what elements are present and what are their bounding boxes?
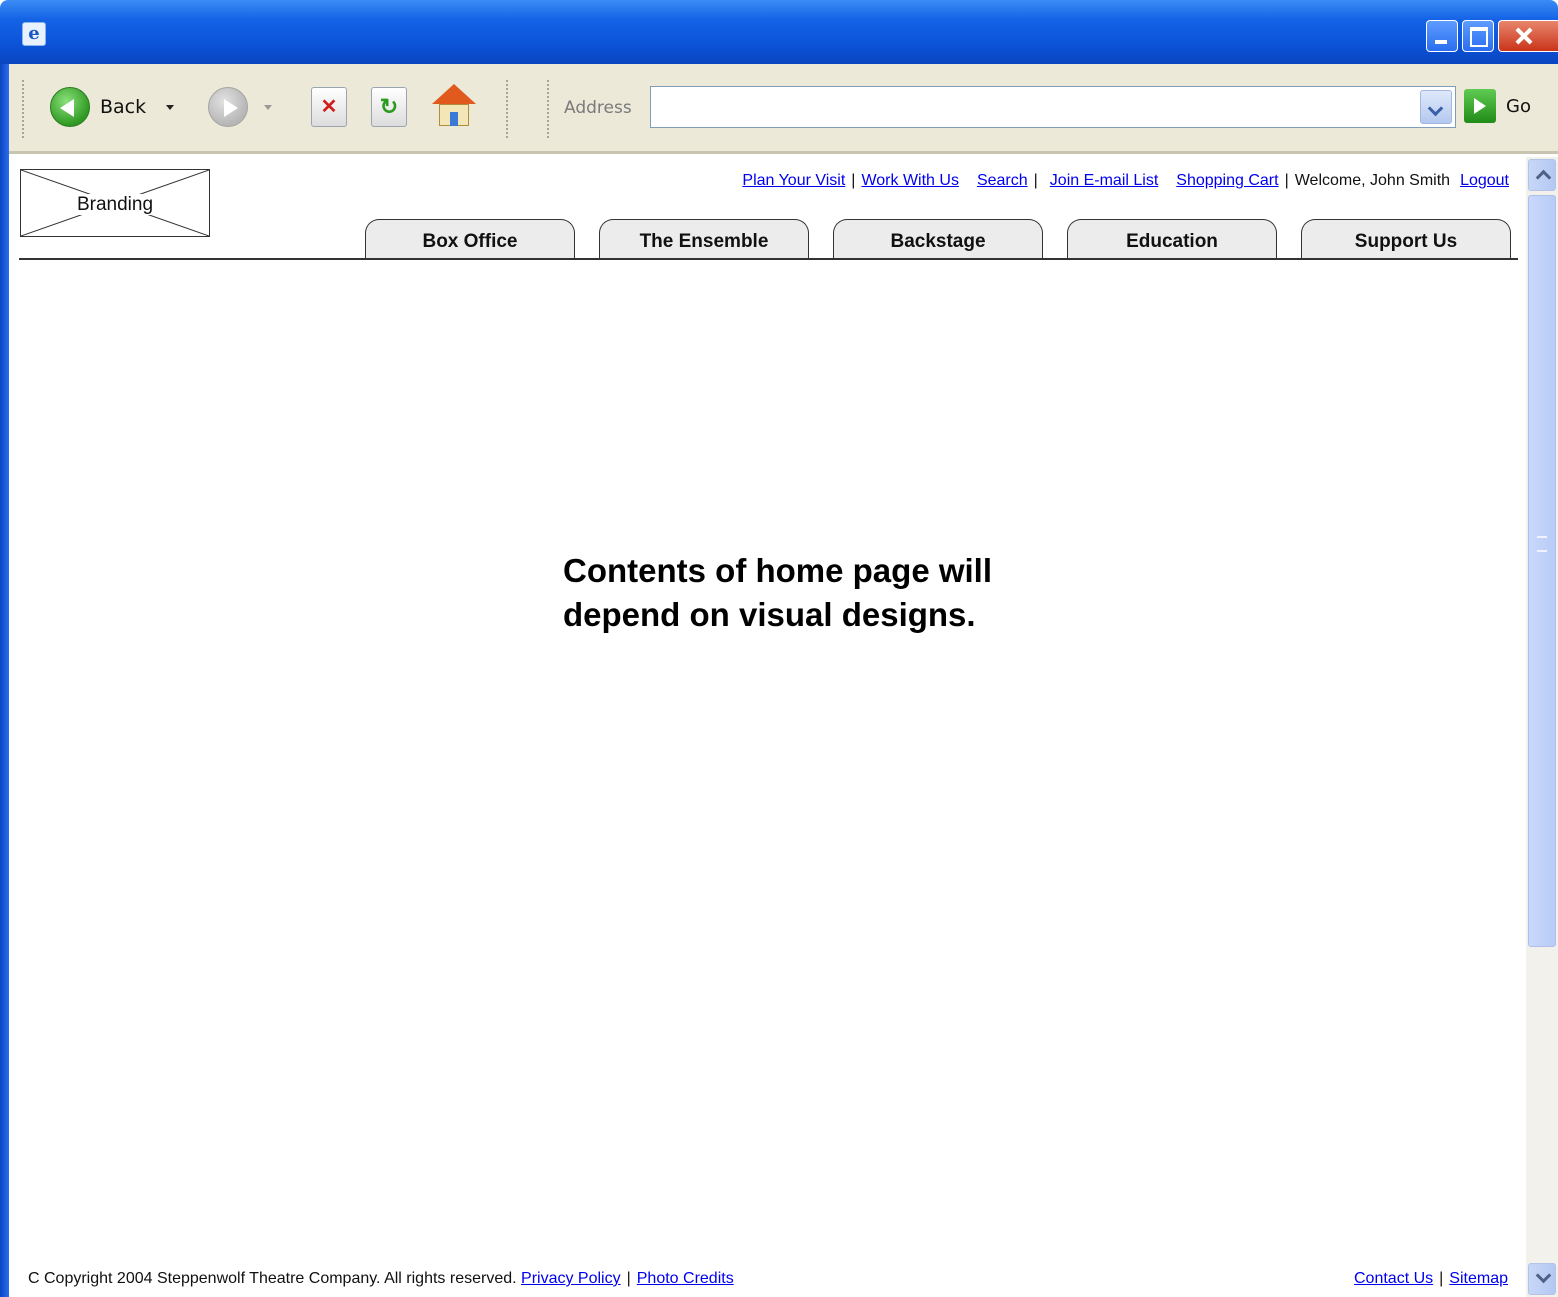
window-title-bar[interactable]: e [0,0,1558,64]
separator: | [1033,172,1038,189]
tab-backstage[interactable]: Backstage [833,219,1043,259]
address-grip[interactable] [547,80,552,138]
plan-your-visit-link[interactable]: Plan Your Visit [742,172,845,189]
forward-button[interactable] [208,87,272,127]
separator: | [1439,1270,1444,1287]
contact-us-link[interactable]: Contact Us [1354,1270,1433,1287]
maximize-button[interactable] [1462,20,1494,52]
message-line-1: Contents of home page will [563,552,993,589]
toolbar-grip[interactable] [506,80,511,138]
go-label: Go [1506,95,1531,117]
refresh-icon: ↻ [379,94,399,119]
home-icon-door [450,112,458,126]
back-label: Back [100,96,147,118]
search-link[interactable]: Search [977,172,1028,189]
scroll-thumb[interactable] [1528,195,1556,947]
branding-label: Branding [74,194,156,215]
logout-link[interactable]: Logout [1460,172,1509,189]
address-input[interactable] [650,86,1456,128]
stop-button[interactable]: ✕ [311,87,347,127]
forward-arrow-icon [208,87,248,127]
go-button[interactable]: Go [1464,89,1531,123]
ie-window-icon[interactable]: e [22,22,46,46]
privacy-policy-link[interactable]: Privacy Policy [521,1270,621,1287]
photo-credits-link[interactable]: Photo Credits [637,1270,734,1287]
browser-toolbar: Back ✕ ↻ Address Go [0,64,1558,154]
sitemap-link[interactable]: Sitemap [1449,1270,1508,1287]
scroll-down-button[interactable] [1528,1263,1556,1295]
footer-left: C Copyright 2004 Steppenwolf Theatre Com… [28,1270,734,1288]
tab-support-us[interactable]: Support Us [1301,219,1511,259]
minimize-button[interactable] [1426,20,1458,52]
vertical-scrollbar[interactable] [1526,157,1558,1297]
back-dropdown-icon[interactable] [166,104,175,110]
tab-box-office[interactable]: Box Office [365,219,575,259]
back-arrow-icon [50,87,90,127]
message-line-2: depend on visual designs. [563,596,976,633]
shopping-cart-link[interactable]: Shopping Cart [1176,172,1278,189]
forward-dropdown-icon[interactable] [264,104,272,110]
scroll-up-button[interactable] [1528,159,1556,191]
home-icon [432,84,476,104]
home-button[interactable] [432,84,476,128]
tab-education[interactable]: Education [1067,219,1277,259]
join-email-list-link[interactable]: Join E-mail List [1050,172,1158,189]
footer-right: Contact Us | Sitemap [1289,1270,1508,1288]
home-placeholder-message: Contents of home page will depend on vis… [563,549,992,637]
refresh-button[interactable]: ↻ [371,87,407,127]
stop-icon: ✕ [320,96,338,118]
tab-the-ensemble[interactable]: The Ensemble [599,219,809,259]
address-label: Address [564,98,632,118]
main-tabs: Box Office The Ensemble Backstage Educat… [9,219,1518,259]
branding-label-wrap: Branding [21,194,209,216]
copyright-text: C Copyright 2004 Steppenwolf Theatre Com… [28,1270,517,1287]
utility-nav: Plan Your Visit | Work With Us Search | Join … [699,172,1509,190]
back-button[interactable]: Back [50,82,175,132]
window-left-border [0,64,9,1297]
toolbar-grip[interactable] [22,80,27,138]
separator: | [851,172,856,189]
tabs-divider [19,258,1518,260]
separator: | [626,1270,631,1287]
work-with-us-link[interactable]: Work With Us [861,172,958,189]
page-content: Branding Plan Your Visit | Work With Us Sea… [9,157,1526,1297]
address-dropdown-button[interactable] [1420,90,1452,124]
go-arrow-icon [1464,89,1496,123]
separator: | [1284,172,1289,189]
welcome-text: Welcome, John Smith [1294,172,1451,189]
close-button[interactable] [1498,20,1558,52]
